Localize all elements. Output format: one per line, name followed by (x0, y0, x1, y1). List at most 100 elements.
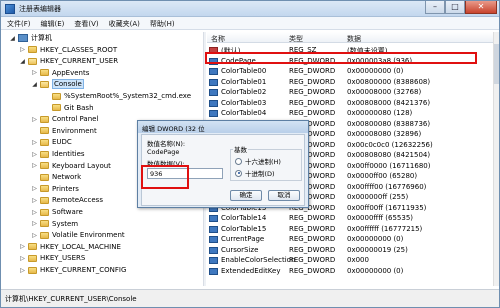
column-name-header[interactable]: 名称 (211, 34, 225, 44)
folder-icon (40, 115, 49, 123)
tree-node[interactable]: ◢ Console (31, 79, 84, 90)
tree-node[interactable]: ◢ 计算机 (9, 33, 52, 43)
tree-node-label: Environment (52, 126, 97, 135)
value-data: 0x00000000 (0) (347, 67, 404, 75)
column-type-header[interactable]: 类型 (289, 34, 303, 44)
value-type: REG_DWORD (289, 214, 336, 222)
folder-icon (40, 127, 49, 135)
value-data: 0x00008080 (32896) (347, 130, 422, 138)
value-row[interactable]: ColorTable15 REG_DWORD 0x00ffffff (1677721… (207, 224, 493, 234)
value-data: 0x00800080 (8388736) (347, 119, 431, 128)
expand-arrow-icon[interactable]: ▷ (31, 197, 38, 204)
value-row[interactable]: CurrentPage REG_DWORD 0x00000000 (0) (207, 234, 493, 244)
dialog-title-bar[interactable]: 编辑 DWORD (32 位 (138, 121, 308, 133)
radio-decimal-dot[interactable] (235, 169, 242, 177)
menu-edit[interactable]: 编辑(E) (35, 17, 69, 29)
tree-node[interactable]: %SystemRoot%_System32_cmd.exe (43, 91, 191, 101)
tree-node[interactable]: ▷ HKEY_CURRENT_CONFIG (19, 265, 126, 275)
expand-arrow-icon[interactable]: ▷ (31, 162, 38, 169)
tree-node[interactable]: Network (31, 172, 81, 182)
value-row[interactable]: CursorSize REG_DWORD 0x00000019 (25) (207, 245, 493, 255)
value-data: 0x00808000 (8421376) (347, 98, 431, 107)
expand-arrow-icon[interactable]: ▷ (19, 267, 26, 274)
expand-arrow-icon[interactable]: ▷ (19, 255, 26, 262)
ok-button[interactable]: 确定 (230, 190, 262, 201)
dword-value-icon (209, 257, 218, 264)
value-type: REG_DWORD (289, 67, 336, 75)
tree-node[interactable]: ▷ AppEvents (31, 68, 89, 78)
close-button[interactable]: ✕ (465, 1, 497, 14)
tree-node[interactable]: ▷ RemoteAccess (31, 195, 103, 205)
value-data: 0x00800000 (8388608) (347, 77, 431, 86)
value-name-text: CodePage (147, 148, 180, 156)
tree-node[interactable]: ▷ Volatile Environment (31, 230, 124, 240)
radio-hex[interactable]: 十六进制(H) (235, 156, 281, 166)
expand-arrow-icon[interactable]: ◢ (31, 81, 38, 88)
tree-node[interactable]: ▷ HKEY_LOCAL_MACHINE (19, 242, 121, 252)
radio-decimal[interactable]: 十进制(D) (235, 168, 275, 178)
value-row[interactable]: EnableColorSelection REG_DWORD 0x000 (207, 255, 493, 265)
value-row[interactable]: ColorTable02 REG_DWORD 0x00008000 (32768) (207, 87, 493, 97)
tree-node[interactable]: Environment (31, 126, 97, 136)
tree-node[interactable]: Git Bash (43, 103, 94, 113)
radio-hex-dot[interactable] (235, 157, 242, 165)
expand-arrow-icon[interactable]: ▷ (31, 185, 38, 192)
value-name: ColorTable15 (221, 224, 267, 233)
expand-arrow-icon[interactable]: ▷ (19, 46, 26, 53)
value-row[interactable]: ColorTable00 REG_DWORD 0x00000000 (0) (207, 66, 493, 76)
expand-arrow-icon[interactable]: ◢ (19, 58, 26, 65)
value-data: 0x0000ffff (65535) (347, 214, 414, 222)
tree-node-label: HKEY_CURRENT_USER (40, 57, 119, 66)
value-data: 0x00ffff00 (16776960) (347, 182, 427, 191)
value-name: ColorTable14 (221, 214, 267, 222)
tree-node[interactable]: ▷ Control Panel (31, 114, 98, 124)
value-data: 0x00008000 (32768) (347, 88, 422, 96)
expand-arrow-icon[interactable]: ▷ (31, 209, 38, 216)
tree-node[interactable]: ▷ Keyboard Layout (31, 161, 111, 171)
maximize-button[interactable]: □ (445, 1, 465, 14)
folder-icon (28, 254, 37, 262)
column-data-header[interactable]: 数据 (347, 34, 361, 44)
dword-value-icon (209, 78, 218, 86)
tree-node[interactable]: ▷ Printers (31, 184, 79, 194)
tree-node[interactable]: ◢ HKEY_CURRENT_USER (19, 56, 118, 66)
cancel-button[interactable]: 取消 (268, 190, 300, 201)
tree-node-label: Network (52, 173, 82, 182)
value-row[interactable]: ColorTable01 REG_DWORD 0x00800000 (8388608… (207, 77, 493, 87)
scroll-thumb[interactable] (494, 44, 499, 84)
vertical-scrollbar[interactable] (493, 32, 499, 286)
tree-node[interactable]: ▷ Software (31, 207, 83, 217)
minimize-button[interactable]: – (425, 1, 445, 14)
value-row[interactable]: ColorTable14 REG_DWORD 0x0000ffff (65535) (207, 213, 493, 223)
value-data: 0x00000019 (25) (347, 245, 408, 254)
value-row[interactable]: ExtendedEditKey REG_DWORD 0x00000000 (0) (207, 266, 493, 276)
tree-node[interactable]: ▷ HKEY_USERS (19, 253, 85, 263)
menu-view[interactable]: 查看(V) (68, 17, 102, 29)
value-name: ColorTable03 (221, 98, 267, 107)
expand-arrow-icon[interactable]: ▷ (31, 69, 38, 76)
value-data: 0x00ff00ff (16711935) (347, 203, 427, 212)
tree-node[interactable]: ▷ EUDC (31, 137, 72, 147)
tree-node[interactable]: ▷ System (31, 219, 78, 229)
expand-arrow-icon[interactable]: ▷ (19, 243, 26, 250)
value-row[interactable]: ColorTable04 REG_DWORD 0x00000080 (128) (207, 108, 493, 118)
tree-node[interactable]: ▷ HKEY_CLASSES_ROOT (19, 45, 117, 55)
value-type: REG_DWORD (289, 98, 336, 107)
expand-arrow-icon[interactable]: ▷ (31, 220, 38, 227)
expand-arrow-icon[interactable]: ▷ (31, 232, 38, 239)
radio-decimal-label: 十进制(D) (245, 170, 275, 178)
menu-favorites[interactable]: 收藏夹(A) (103, 17, 144, 29)
expand-arrow-icon[interactable]: ▷ (31, 139, 38, 146)
tree-node[interactable]: ▷ Identities (31, 149, 84, 159)
value-data: 0x00000080 (128) (347, 109, 413, 117)
expand-arrow-icon[interactable]: ▷ (31, 151, 38, 158)
tree-node-label: HKEY_LOCAL_MACHINE (40, 242, 121, 251)
menu-file[interactable]: 文件(F) (1, 17, 35, 29)
menu-help[interactable]: 帮助(H) (144, 17, 179, 29)
expand-arrow-icon[interactable]: ◢ (9, 35, 16, 42)
value-name: ColorTable01 (221, 77, 267, 86)
title-bar[interactable]: 注册表编辑器 – □ ✕ (1, 1, 499, 17)
value-row[interactable]: ColorTable03 REG_DWORD 0x00808000 (8421376… (207, 98, 493, 108)
value-name: ExtendedEditKey (221, 266, 281, 275)
expand-arrow-icon[interactable]: ▷ (31, 116, 38, 123)
